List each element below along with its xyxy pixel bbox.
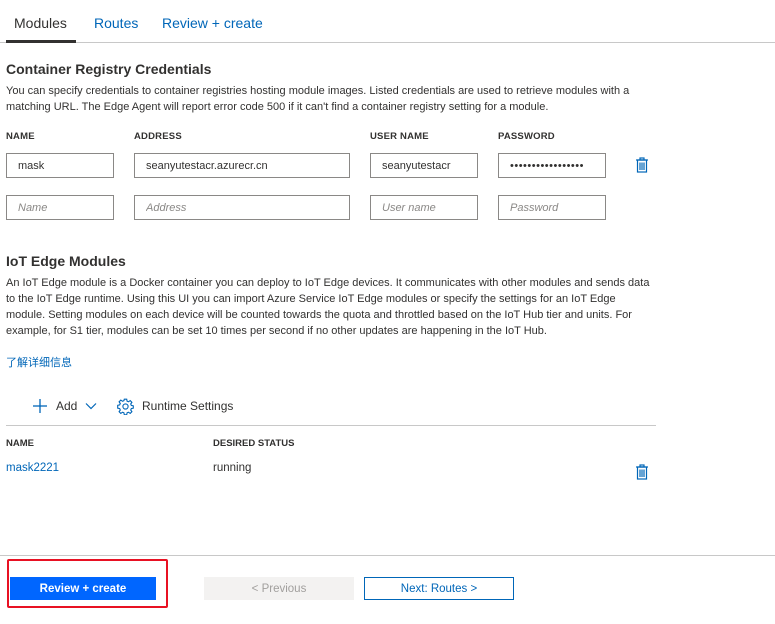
modules-table-divider bbox=[6, 425, 656, 426]
tab-bar: Modules Routes Review + create bbox=[0, 0, 775, 43]
registry-username-field[interactable] bbox=[370, 153, 478, 178]
runtime-settings-label: Runtime Settings bbox=[142, 399, 234, 413]
tab-modules[interactable]: Modules bbox=[14, 15, 67, 31]
module-name-link[interactable]: mask2221 bbox=[6, 462, 59, 474]
registry-password-new-field[interactable] bbox=[498, 195, 606, 220]
add-module-button[interactable]: Add bbox=[32, 397, 97, 415]
modules-col-name: NAME bbox=[6, 438, 34, 449]
modules-col-status: DESIRED STATUS bbox=[213, 438, 295, 449]
footer-divider bbox=[0, 555, 775, 556]
learn-more-link[interactable]: 了解详细信息 bbox=[6, 354, 72, 370]
active-tab-indicator bbox=[6, 40, 76, 43]
modules-section-title: IoT Edge Modules bbox=[6, 253, 126, 269]
registry-col-username: USER NAME bbox=[370, 131, 429, 142]
trash-icon[interactable] bbox=[635, 157, 649, 173]
review-create-button[interactable]: Review + create bbox=[10, 577, 156, 600]
registry-name-new-field[interactable] bbox=[6, 195, 114, 220]
previous-button: < Previous bbox=[204, 577, 354, 600]
registry-section-title: Container Registry Credentials bbox=[6, 61, 212, 77]
plus-icon bbox=[33, 399, 47, 413]
gear-icon bbox=[117, 398, 134, 415]
trash-icon[interactable] bbox=[635, 464, 649, 480]
registry-col-address: ADDRESS bbox=[134, 131, 182, 142]
runtime-settings-button[interactable]: Runtime Settings bbox=[117, 397, 233, 415]
module-status: running bbox=[213, 462, 252, 474]
registry-password-field[interactable] bbox=[498, 153, 606, 178]
modules-description: An IoT Edge module is a Docker container… bbox=[6, 277, 650, 337]
registry-address-field[interactable] bbox=[134, 153, 350, 178]
registry-col-password: PASSWORD bbox=[498, 131, 555, 142]
registry-name-field[interactable] bbox=[6, 153, 114, 178]
chevron-down-icon bbox=[85, 403, 97, 410]
registry-description: You can specify credentials to container… bbox=[6, 85, 630, 113]
add-label: Add bbox=[56, 399, 78, 413]
tab-routes[interactable]: Routes bbox=[94, 15, 138, 31]
registry-col-name: NAME bbox=[6, 131, 35, 142]
next-routes-button[interactable]: Next: Routes > bbox=[364, 577, 514, 600]
registry-address-new-field[interactable] bbox=[134, 195, 350, 220]
tab-review-create[interactable]: Review + create bbox=[162, 15, 263, 31]
registry-username-new-field[interactable] bbox=[370, 195, 478, 220]
